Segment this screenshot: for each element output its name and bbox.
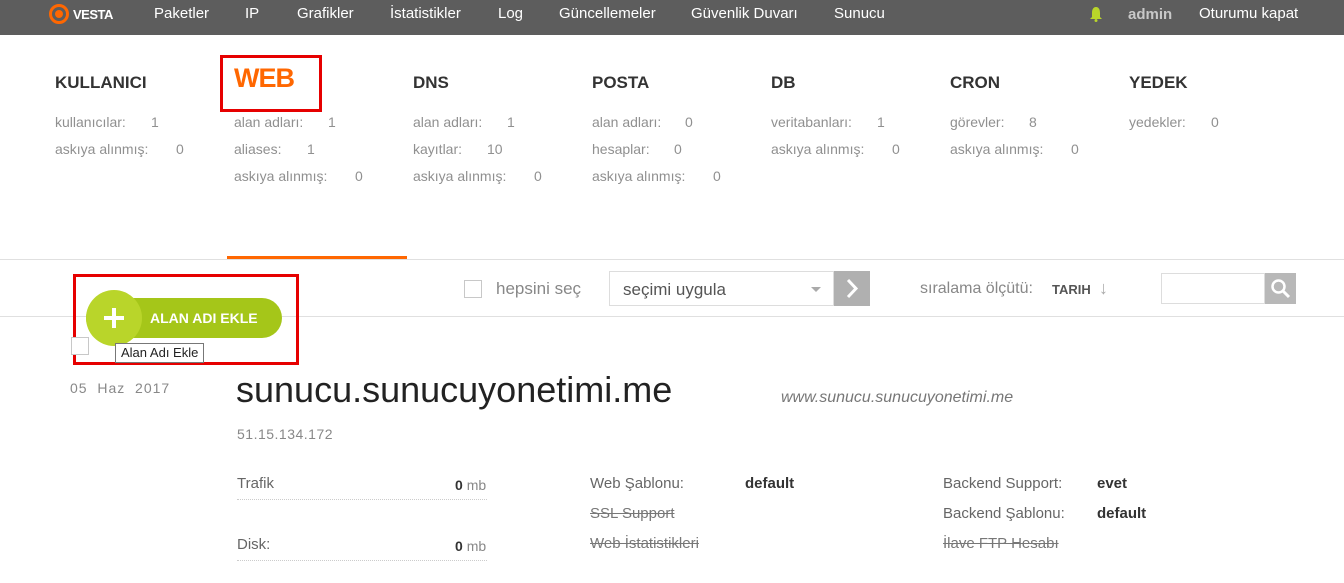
stat-value: 0 — [892, 141, 900, 157]
stat-label: yedekler: — [1129, 114, 1186, 130]
stat-title-db[interactable]: DB — [771, 73, 796, 93]
nav-server[interactable]: Sunucu — [834, 5, 885, 23]
nav-firewall[interactable]: Güvenlik Duvarı — [691, 5, 798, 23]
current-user[interactable]: admin — [1128, 6, 1172, 23]
extra-ftp-label: İlave FTP Hesabı — [943, 535, 1059, 552]
stat-value: 1 — [507, 114, 515, 130]
stat-label: askıya alınmış: — [234, 168, 328, 184]
bell-icon[interactable] — [1089, 6, 1103, 22]
web-template-label: Web Şablonu: — [590, 475, 684, 492]
row-checkbox[interactable] — [71, 337, 89, 355]
stat-label: askıya alınmış: — [950, 141, 1044, 157]
highlight-box-web — [220, 55, 322, 112]
search-input[interactable] — [1161, 273, 1265, 304]
vesta-logo[interactable]: VESTA — [49, 3, 113, 25]
stat-value: 0 — [355, 168, 363, 184]
stat-title-users[interactable]: KULLANICI — [55, 73, 147, 93]
backend-support-label: Backend Support: — [943, 475, 1063, 492]
chevron-right-icon — [846, 278, 859, 299]
bulk-action-value: seçimi uygula — [623, 280, 726, 299]
nav-packages[interactable]: Paketler — [154, 5, 209, 23]
select-all-label[interactable]: hepsini seç — [496, 279, 581, 299]
disk-label: Disk: — [237, 536, 271, 553]
stat-label: veritabanları: — [771, 114, 852, 130]
entry-date: 05 Haz 2017 — [70, 380, 171, 396]
nav-statistics[interactable]: İstatistikler — [390, 5, 461, 23]
stat-value: 0 — [534, 168, 542, 184]
stat-title-backup[interactable]: YEDEK — [1129, 73, 1188, 93]
stat-label: alan adları: — [413, 114, 483, 130]
disk-value: 0 mb — [455, 538, 487, 554]
nav-updates[interactable]: Güncellemeler — [559, 5, 656, 23]
bulk-action-select[interactable]: seçimi uygula — [609, 271, 834, 306]
stat-title-mail[interactable]: POSTA — [592, 73, 649, 93]
stat-label: kullanıcılar: — [55, 114, 126, 130]
logout-link[interactable]: Oturumu kapat — [1199, 5, 1298, 22]
stat-label: askıya alınmış: — [771, 141, 865, 157]
stat-title-cron[interactable]: CRON — [950, 73, 1000, 93]
stat-value: 0 — [1071, 141, 1079, 157]
caret-down-icon — [811, 287, 821, 292]
divider — [0, 259, 1344, 260]
active-tab-underline — [227, 256, 407, 259]
stat-value: 0 — [713, 168, 721, 184]
top-navigation-bar: VESTA Paketler IP Grafikler İstatistikle… — [0, 0, 1344, 35]
sort-arrow-icon[interactable]: ↓ — [1099, 278, 1108, 299]
stat-value: 0 — [176, 141, 184, 157]
stat-value: 1 — [307, 141, 315, 157]
search-icon — [1271, 279, 1291, 299]
stat-label: askıya alınmış: — [413, 168, 507, 184]
add-domain-tooltip: Alan Adı Ekle — [115, 343, 205, 363]
stat-value: 1 — [151, 114, 159, 130]
sort-value[interactable]: TARIH — [1052, 282, 1091, 297]
stat-value: 8 — [1029, 114, 1037, 130]
nav-ip[interactable]: IP — [245, 5, 259, 23]
stat-label: alan adları: — [234, 114, 304, 130]
domain-alias: www.sunucu.sunucuyonetimi.me — [781, 389, 1014, 406]
stat-label: kayıtlar: — [413, 141, 463, 157]
stat-label: alan adları: — [592, 114, 662, 130]
stat-value: 0 — [674, 141, 682, 157]
stat-label: askıya alınmış: — [55, 141, 149, 157]
domain-ip: 51.15.134.172 — [237, 426, 334, 442]
backend-support-value: evet — [1097, 475, 1128, 492]
ssl-support-label: SSL Support — [590, 505, 675, 522]
backend-template-label: Backend Şablonu: — [943, 505, 1065, 522]
sort-label: sıralama ölçütü: — [920, 280, 1033, 297]
logo-text: VESTA — [73, 6, 113, 22]
stat-value: 1 — [328, 114, 336, 130]
search-button[interactable] — [1265, 273, 1296, 304]
web-template-value: default — [745, 475, 795, 492]
domain-name[interactable]: sunucu.sunucuyonetimi.me — [236, 369, 672, 411]
nav-log[interactable]: Log — [498, 5, 523, 23]
traffic-value: 0 mb — [455, 477, 487, 493]
apply-button[interactable] — [834, 271, 870, 306]
dotted-separator — [237, 560, 487, 561]
stat-value: 10 — [487, 141, 503, 157]
traffic-label: Trafik — [237, 475, 274, 492]
stat-label: hesaplar: — [592, 141, 650, 157]
nav-graphs[interactable]: Grafikler — [297, 5, 354, 23]
web-stats-label: Web İstatistikleri — [590, 535, 699, 552]
backend-template-value: default — [1097, 505, 1147, 522]
stat-title-dns[interactable]: DNS — [413, 73, 449, 93]
stat-value: 1 — [877, 114, 885, 130]
stat-value: 0 — [1211, 114, 1219, 130]
stat-label: görevler: — [950, 114, 1005, 130]
dotted-separator — [237, 499, 487, 500]
stat-label: aliases: — [234, 141, 282, 157]
stat-value: 0 — [685, 114, 693, 130]
stat-label: askıya alınmış: — [592, 168, 686, 184]
select-all-checkbox[interactable] — [464, 280, 482, 298]
logo-icon — [49, 4, 69, 24]
